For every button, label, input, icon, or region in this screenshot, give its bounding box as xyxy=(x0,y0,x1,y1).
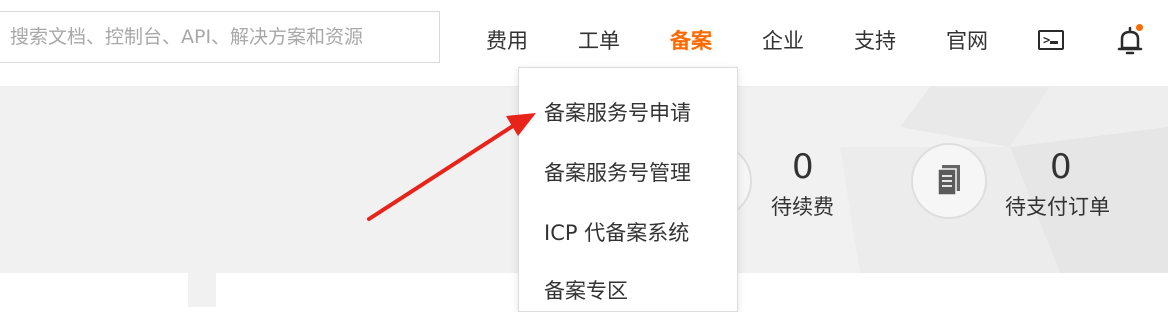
nav-enterprise[interactable]: 企业 xyxy=(762,26,804,56)
nav-support[interactable]: 支持 xyxy=(854,26,896,56)
menu-item-filing-zone[interactable]: 备案专区 xyxy=(544,276,628,306)
search-box[interactable] xyxy=(0,11,440,63)
nav-tickets[interactable]: 工单 xyxy=(578,26,620,56)
stat-label: 待续费 xyxy=(771,195,834,219)
icp-filing-dropdown: 备案服务号申请 备案服务号管理 ICP 代备案系统 备案专区 xyxy=(518,67,738,312)
content-card-left xyxy=(0,273,188,307)
menu-item-service-number-manage[interactable]: 备案服务号管理 xyxy=(544,158,691,188)
menu-item-icp-agent-system[interactable]: ICP 代备案系统 xyxy=(544,218,689,248)
nav-icp-filing[interactable]: 备案 xyxy=(670,26,712,56)
menu-item-service-number-apply[interactable]: 备案服务号申请 xyxy=(544,98,691,128)
search-input[interactable] xyxy=(0,12,439,62)
stat-label: 待支付订单 xyxy=(1005,195,1110,219)
terminal-icon[interactable]: > xyxy=(1038,30,1064,50)
notification-dot xyxy=(1136,24,1143,31)
nav-billing[interactable]: 费用 xyxy=(486,26,528,56)
document-icon xyxy=(937,165,960,196)
nav-official-site[interactable]: 官网 xyxy=(946,26,988,56)
stat-value: 0 xyxy=(1050,147,1072,187)
bell-icon[interactable] xyxy=(1115,24,1145,58)
stat-value: 0 xyxy=(792,147,814,187)
